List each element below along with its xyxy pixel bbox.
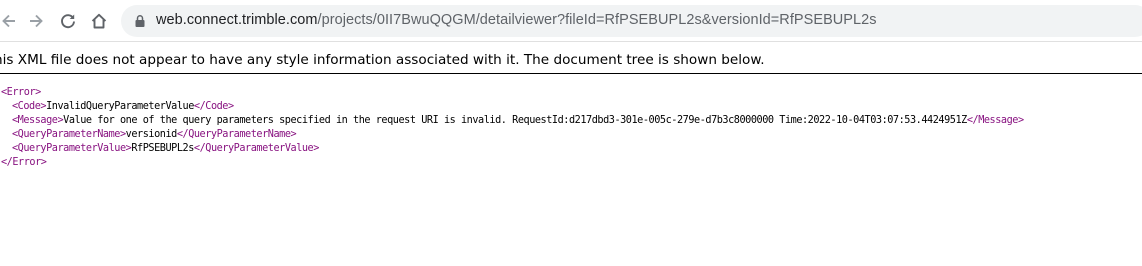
message-close-tag: </Message> — [966, 115, 1024, 126]
xml-line-error-close: </Error> — [1, 156, 1024, 170]
qpv-open-tag: <QueryParameterValue> — [12, 143, 132, 154]
back-arrow-icon — [2, 14, 15, 28]
qpv-close-tag: </QueryParameterValue> — [193, 143, 319, 154]
code-close-tag: </Code> — [193, 101, 234, 112]
qpn-open-tag: <QueryParameterName> — [12, 129, 126, 140]
home-icon — [91, 13, 107, 29]
address-bar[interactable]: web.connect.trimble.com/projects/0II7Bwu… — [121, 5, 1142, 37]
home-button[interactable] — [86, 8, 112, 34]
lock-icon[interactable] — [133, 14, 147, 28]
reload-icon — [61, 14, 75, 29]
xml-document-tree: <Error> <Code>InvalidQueryParameterValue… — [1, 86, 1024, 170]
xml-line-query-parameter-name: <QueryParameterName>versionid</QueryPara… — [1, 128, 1024, 142]
code-value: InvalidQueryParameterValue — [46, 101, 194, 112]
qpv-value: RfPSEBUPL2s — [131, 143, 194, 154]
xml-line-query-parameter-value: <QueryParameterValue>RfPSEBUPL2s</QueryP… — [1, 142, 1024, 156]
error-open-tag: <Error> — [1, 87, 41, 98]
back-button[interactable] — [0, 8, 22, 34]
message-value: Value for one of the query parameters sp… — [63, 115, 967, 126]
qpn-value: versionid — [125, 129, 178, 140]
error-close-tag: </Error> — [1, 157, 47, 168]
reload-button[interactable] — [55, 8, 81, 34]
xml-line-message: <Message>Value for one of the query para… — [1, 114, 1024, 128]
url-text[interactable]: web.connect.trimble.com/projects/0II7Bwu… — [156, 12, 877, 28]
xml-line-error-open: <Error> — [1, 86, 1024, 100]
forward-button[interactable] — [23, 8, 49, 34]
url-path: /projects/0II7BwuQQGM/detailviewer?fileI… — [317, 12, 877, 28]
code-open-tag: <Code> — [12, 101, 47, 112]
url-host: web.connect.trimble.com — [156, 12, 318, 28]
qpn-close-tag: </QueryParameterName> — [176, 129, 297, 140]
message-open-tag: <Message> — [12, 115, 64, 126]
xml-style-notice: his XML file does not appear to have any… — [0, 51, 1142, 74]
xml-line-code: <Code>InvalidQueryParameterValue</Code> — [1, 100, 1024, 114]
forward-arrow-icon — [30, 14, 43, 28]
browser-toolbar: web.connect.trimble.com/projects/0II7Bwu… — [0, 0, 1142, 42]
